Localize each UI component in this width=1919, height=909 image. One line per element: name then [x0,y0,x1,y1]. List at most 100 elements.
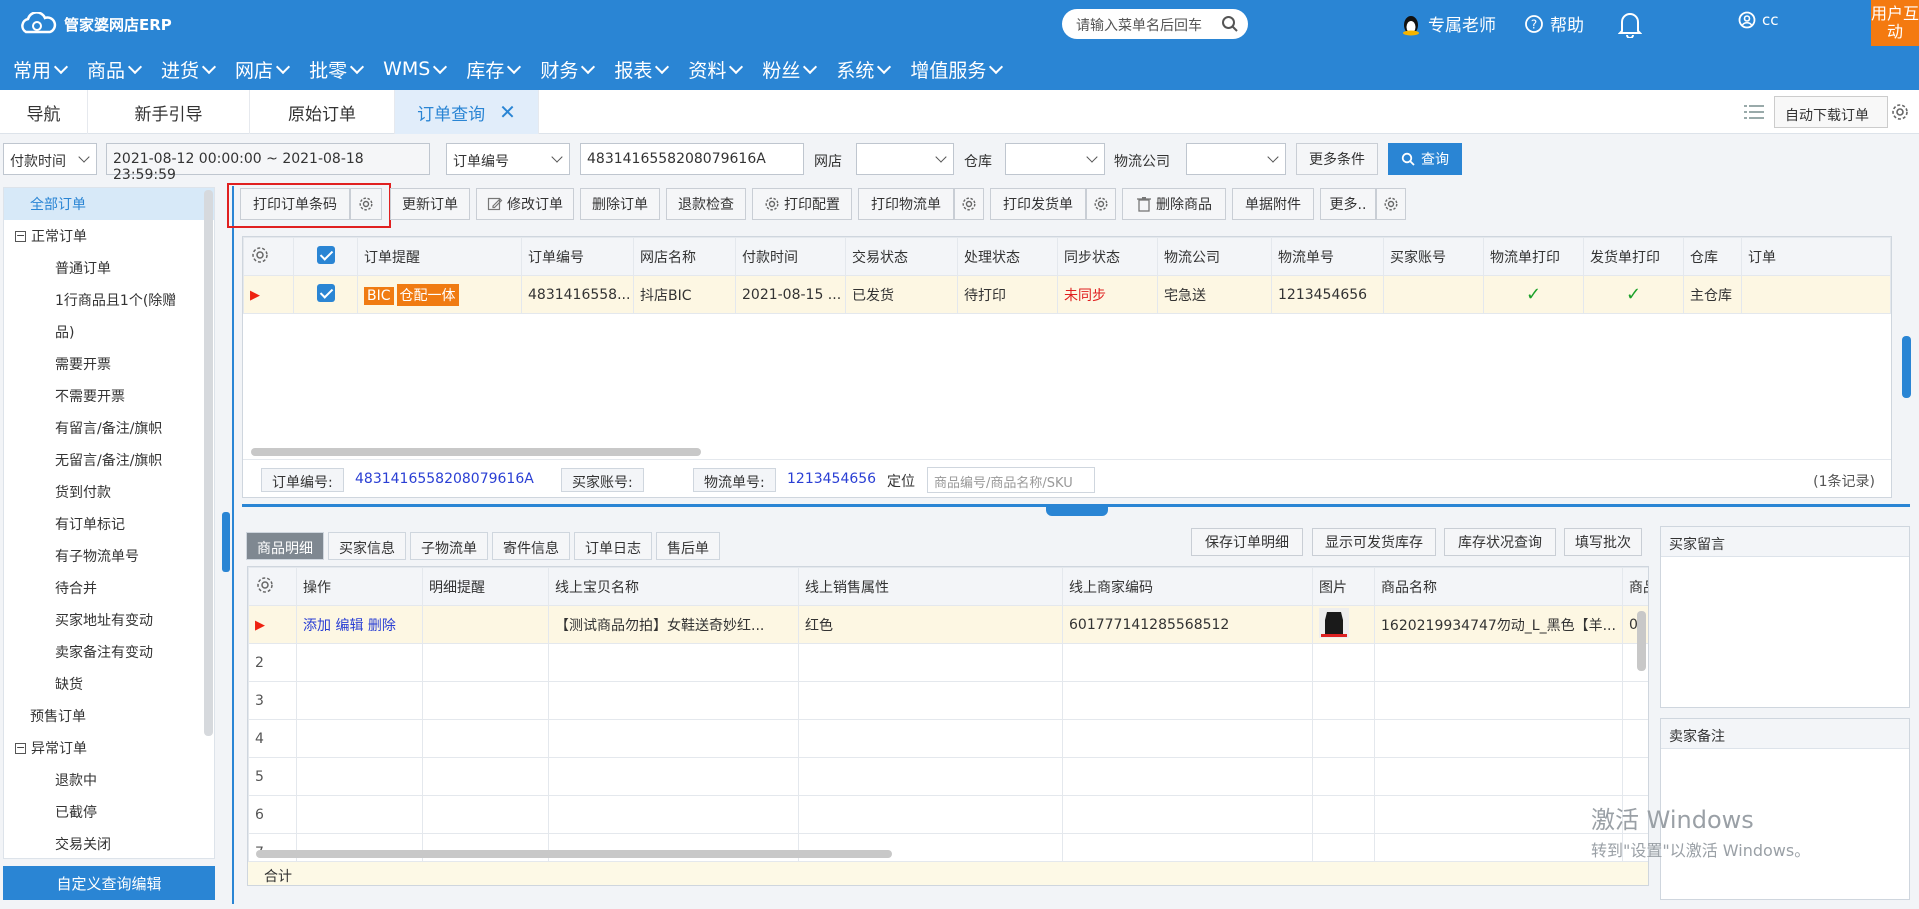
bell-icon[interactable] [1618,10,1642,38]
menu-item[interactable]: 批零 [296,52,370,86]
sidebar-item[interactable]: 有子物流单号 [4,540,214,572]
col-header[interactable]: 同步状态 [1057,237,1158,276]
menu-search-input[interactable]: 请输入菜单名后回车 [1062,9,1248,39]
tracking-no-value[interactable]: 1213454656 [787,471,876,487]
sidebar-item[interactable]: 无留言/备注/旗帜 [4,444,214,476]
help-link[interactable]: ? 帮助 [1524,11,1584,36]
detail-horizontal-scrollbar[interactable] [256,849,1626,859]
sidebar-item[interactable]: 买家地址有变动 [4,604,214,636]
col-header[interactable]: 线上商家编码 [1062,567,1313,606]
save-detail-button[interactable]: 保存订单明细 [1191,528,1303,556]
edit-link[interactable]: 编辑 [335,618,363,634]
shop-select[interactable] [856,143,954,175]
date-range-input[interactable]: 2021-08-12 00:00:00 ~ 2021-08-18 23:59:5… [106,143,430,183]
print-delivery-button[interactable]: 打印发货单 [990,188,1086,220]
show-stock-button[interactable]: 显示可发货库存 [1312,528,1436,556]
sidebar-item[interactable]: − 正常订单 [4,220,214,252]
more-conditions-button[interactable]: 更多条件 [1296,143,1378,175]
menu-item[interactable]: WMS [370,52,453,86]
col-header[interactable]: 明细提醒 [422,567,549,606]
table-row[interactable]: ▶ BIC 仓配一体 4831416558... 抖店BIC 2021-08-15… [243,275,1891,314]
user-interaction-badge[interactable]: 用户互动 [1871,0,1919,46]
sidebar-item[interactable]: 全部订单 [4,188,214,220]
right-panel-handle[interactable] [1902,336,1911,398]
col-header[interactable]: 网店名称 [633,237,736,276]
table-row[interactable]: 3 [248,681,1648,720]
col-header[interactable]: 商品名称 [1374,567,1623,606]
menu-item[interactable]: 增值服务 [897,52,1009,86]
stock-status-button[interactable]: 库存状况查询 [1444,528,1556,556]
sidebar-item[interactable]: 待合并 [4,572,214,604]
row-checkbox[interactable] [293,275,358,314]
table-row[interactable]: 5 [248,757,1648,796]
update-order-button[interactable]: 更新订单 [390,188,470,220]
sidebar-item[interactable]: 卖家备注有变动 [4,636,214,668]
more-actions-settings[interactable] [1376,188,1406,220]
menu-item[interactable]: 粉丝 [749,52,823,86]
menu-item[interactable]: 财务 [527,52,601,86]
refund-check-button[interactable]: 退款检查 [666,188,746,220]
tab-sender-info[interactable]: 寄件信息 [492,532,570,560]
menu-item[interactable]: 系统 [823,52,897,86]
query-button[interactable]: 查询 [1388,143,1462,175]
scrollbar-thumb[interactable] [251,448,701,456]
column-settings[interactable] [248,567,297,606]
product-image[interactable] [1312,605,1375,644]
tab-raw-orders[interactable]: 原始订单 [250,90,395,134]
col-header[interactable]: 图片 [1312,567,1375,606]
tab-after-sale[interactable]: 售后单 [656,532,720,560]
menu-item[interactable]: 商品 [74,52,148,86]
print-delivery-settings[interactable] [1086,188,1116,220]
search-icon[interactable] [1221,15,1239,33]
order-no-value[interactable]: 4831416558208079616A [355,471,534,487]
table-row[interactable]: 6 [248,795,1648,834]
sidebar-item[interactable]: 已截停 [4,796,214,828]
gear-icon[interactable] [1890,102,1910,122]
col-header[interactable]: 付款时间 [735,237,846,276]
sidebar-item[interactable]: 品) [4,316,214,348]
col-header[interactable]: 物流单号 [1271,237,1384,276]
custom-query-edit-button[interactable]: 自定义查询编辑 [3,866,215,900]
sidebar-item[interactable]: 不需要开票 [4,380,214,412]
sidebar-item[interactable]: 有订单标记 [4,508,214,540]
col-header[interactable]: 处理状态 [957,237,1058,276]
tab-nav[interactable]: 导航 [0,90,88,134]
sidebar-item[interactable]: 有留言/备注/旗帜 [4,412,214,444]
query-field-select[interactable]: 订单编号 [446,143,570,175]
locate-input[interactable]: 商品编号/商品名称/SKU [927,467,1095,493]
collapse-sidebar-handle[interactable] [222,512,230,572]
col-header[interactable]: 订单 [1741,237,1891,276]
teacher-link[interactable]: 专属老师 [1400,11,1496,36]
print-logistics-button[interactable]: 打印物流单 [858,188,954,220]
detail-vertical-scrollbar[interactable] [1637,611,1646,671]
app-logo[interactable]: 管家婆网店ERP [18,12,172,36]
sidebar-item[interactable]: 普通订单 [4,252,214,284]
add-link[interactable]: 添加 [303,618,331,634]
sidebar-item[interactable]: 1行商品且1个(除赠 [4,284,214,316]
col-header[interactable]: 仓库 [1683,237,1742,276]
user-menu[interactable]: cc [1738,11,1779,29]
sidebar-item[interactable]: 需要开票 [4,348,214,380]
time-type-select[interactable]: 付款时间 [3,143,97,175]
col-header[interactable]: 发货单打印 [1583,237,1684,276]
tab-order-query[interactable]: 订单查询 ✕ [395,90,539,134]
menu-item[interactable]: 进货 [148,52,222,86]
tab-buyer-info[interactable]: 买家信息 [328,532,406,560]
collapse-icon[interactable]: − [15,230,26,242]
col-header[interactable]: 物流单打印 [1483,237,1584,276]
list-icon[interactable] [1744,104,1764,120]
tab-goods-detail[interactable]: 商品明细 [246,532,324,560]
logistics-select[interactable] [1186,143,1286,175]
tab-guide[interactable]: 新手引导 [88,90,250,134]
sidebar-item[interactable]: 退款中 [4,764,214,796]
sidebar-item[interactable]: 缺货 [4,668,214,700]
col-header[interactable]: 线上宝贝名称 [548,567,799,606]
col-header[interactable]: 线上销售属性 [798,567,1063,606]
sidebar-scrollbar[interactable] [204,190,213,736]
sidebar-item[interactable]: 交易关闭 [4,828,214,858]
menu-item[interactable]: 报表 [601,52,675,86]
menu-item[interactable]: 资料 [675,52,749,86]
col-header[interactable]: 订单提醒 [357,237,522,276]
print-logistics-settings[interactable] [954,188,984,220]
panel-splitter[interactable] [242,504,1910,516]
